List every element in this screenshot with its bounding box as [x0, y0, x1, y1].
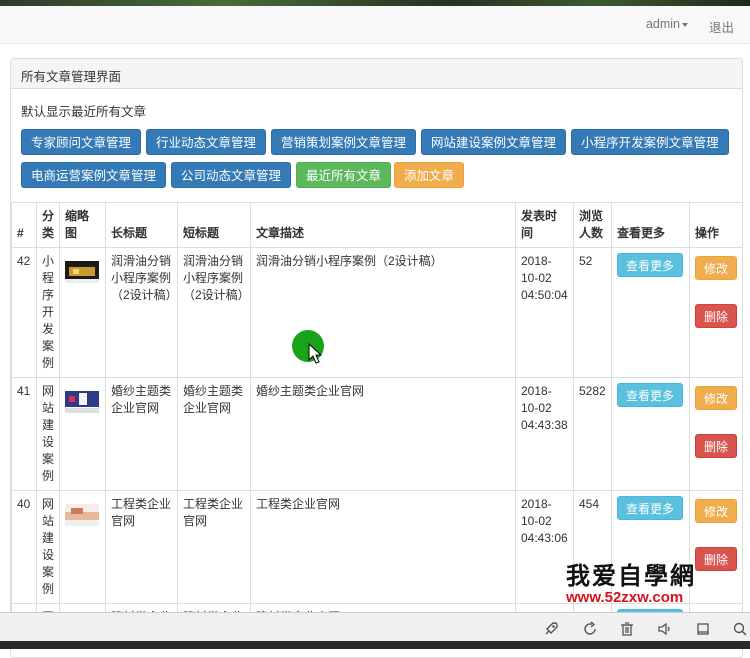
category-button-marketing[interactable]: 营销策划案例文章管理	[271, 129, 417, 155]
caret-down-icon	[682, 22, 688, 27]
bottom-toolbar	[0, 612, 750, 649]
cell-long-title: 婚纱主题类企业官网	[105, 377, 178, 491]
cell-category: 网站建设案例	[36, 490, 60, 604]
recent-articles-button[interactable]: 最近所有文章	[296, 162, 392, 188]
cell-description: 润滑油分销小程序案例（2设计稿）	[250, 247, 516, 378]
cell-description: 婚纱主题类企业官网	[250, 377, 516, 491]
table-header-row: # 分类 缩略图 长标题 短标题 文章描述 发表时间 浏览人数 查看更多 操作	[11, 202, 742, 248]
cell-thumbnail	[59, 377, 106, 491]
add-article-button[interactable]: 添加文章	[394, 162, 465, 188]
cursor-highlight	[292, 330, 324, 364]
table-row: 41 网站建设案例 婚纱主题类企业官网 婚纱主题类企业官网 婚纱主题类企业官网 …	[11, 377, 742, 491]
cell-category: 网站建设案例	[36, 377, 60, 491]
header-actions: 操作	[689, 202, 742, 248]
cell-thumbnail	[59, 247, 106, 378]
header-description: 文章描述	[250, 202, 516, 248]
category-button-website[interactable]: 网站建设案例文章管理	[421, 129, 567, 155]
watermark-url: www.52zxw.com	[566, 589, 684, 606]
view-more-button[interactable]: 查看更多	[617, 253, 684, 277]
cell-short-title: 工程类企业官网	[177, 490, 251, 604]
cell-time: 2018-10-02 04:50:04	[515, 247, 574, 378]
cell-long-title: 工程类企业官网	[105, 490, 178, 604]
volume-icon[interactable]	[656, 621, 674, 639]
cell-more: 查看更多	[611, 247, 690, 378]
site-watermark: 我爱自學網 www.52zxw.com	[566, 556, 744, 608]
window-icon[interactable]	[694, 621, 712, 639]
header-thumbnail: 缩略图	[59, 202, 106, 248]
category-button-company[interactable]: 公司动态文章管理	[171, 162, 292, 188]
category-button-industry[interactable]: 行业动态文章管理	[146, 129, 267, 155]
edit-button[interactable]: 修改	[695, 256, 738, 280]
category-button-miniprogram[interactable]: 小程序开发案例文章管理	[571, 129, 729, 155]
cell-views: 52	[573, 247, 612, 378]
thumbnail-image[interactable]	[65, 391, 99, 413]
category-button-expert[interactable]: 专家顾问文章管理	[21, 129, 142, 155]
category-button-row-1: 专家顾问文章管理 行业动态文章管理 营销策划案例文章管理 网站建设案例文章管理 小程序开…	[21, 129, 732, 155]
mouse-pointer-icon	[308, 343, 323, 364]
logout-link[interactable]: 退出	[709, 17, 734, 36]
panel-heading: 所有文章管理界面	[11, 59, 742, 89]
cell-time: 2018-10-02 04:43:38	[515, 377, 574, 491]
user-name: admin	[645, 17, 680, 31]
cell-thumbnail	[59, 490, 106, 604]
category-button-ecommerce[interactable]: 电商运营案例文章管理	[21, 162, 167, 188]
table-row: 42 小程序开发案例 润滑油分销小程序案例（2设计稿） 润滑油分销小程序案例（2…	[11, 247, 742, 378]
trash-icon[interactable]	[618, 621, 636, 639]
delete-button[interactable]: 删除	[695, 304, 738, 328]
header-id: #	[11, 202, 37, 248]
cell-actions: 修改 删除	[689, 247, 742, 378]
edit-button[interactable]: 修改	[695, 386, 738, 410]
cell-description: 工程类企业官网	[250, 490, 516, 604]
thumbnail-image[interactable]	[65, 261, 99, 283]
header-short-title: 短标题	[177, 202, 251, 248]
refresh-icon[interactable]	[581, 621, 599, 639]
cell-views: 5282	[573, 377, 612, 491]
panel-subtitle: 默认显示最近所有文章	[21, 105, 147, 119]
cell-time: 2018-10-02 04:43:06	[515, 490, 574, 604]
cell-id: 40	[11, 490, 37, 604]
taskbar-edge	[0, 641, 750, 649]
edit-button[interactable]: 修改	[695, 499, 738, 523]
navbar: admin 退出	[0, 6, 750, 44]
header-category: 分类	[36, 202, 60, 248]
cell-long-title: 润滑油分销小程序案例（2设计稿）	[105, 247, 178, 378]
header-views: 浏览人数	[573, 202, 612, 248]
cell-id: 41	[11, 377, 37, 491]
category-button-row-2: 电商运营案例文章管理 公司动态文章管理 最近所有文章 添加文章	[21, 162, 732, 188]
watermark-text: 我爱自學網	[566, 561, 696, 590]
view-more-button[interactable]: 查看更多	[617, 496, 684, 520]
header-time: 发表时间	[515, 202, 574, 248]
delete-button[interactable]: 删除	[695, 434, 738, 458]
cell-actions: 修改 删除	[689, 377, 742, 491]
cell-short-title: 润滑油分销小程序案例（2设计稿）	[177, 247, 251, 378]
search-icon[interactable]	[731, 621, 749, 639]
cell-id: 42	[11, 247, 37, 378]
thumbnail-image[interactable]	[65, 504, 99, 526]
panel-body: 默认显示最近所有文章 专家顾问文章管理 行业动态文章管理 营销策划案例文章管理 网站建…	[11, 89, 742, 188]
header-long-title: 长标题	[105, 202, 178, 248]
user-menu[interactable]: admin	[646, 17, 688, 31]
header-more: 查看更多	[611, 202, 690, 248]
cell-short-title: 婚纱主题类企业官网	[177, 377, 251, 491]
rocket-icon[interactable]	[542, 621, 560, 639]
view-more-button[interactable]: 查看更多	[617, 383, 684, 407]
cell-category: 小程序开发案例	[36, 247, 60, 378]
cell-more: 查看更多	[611, 377, 690, 491]
